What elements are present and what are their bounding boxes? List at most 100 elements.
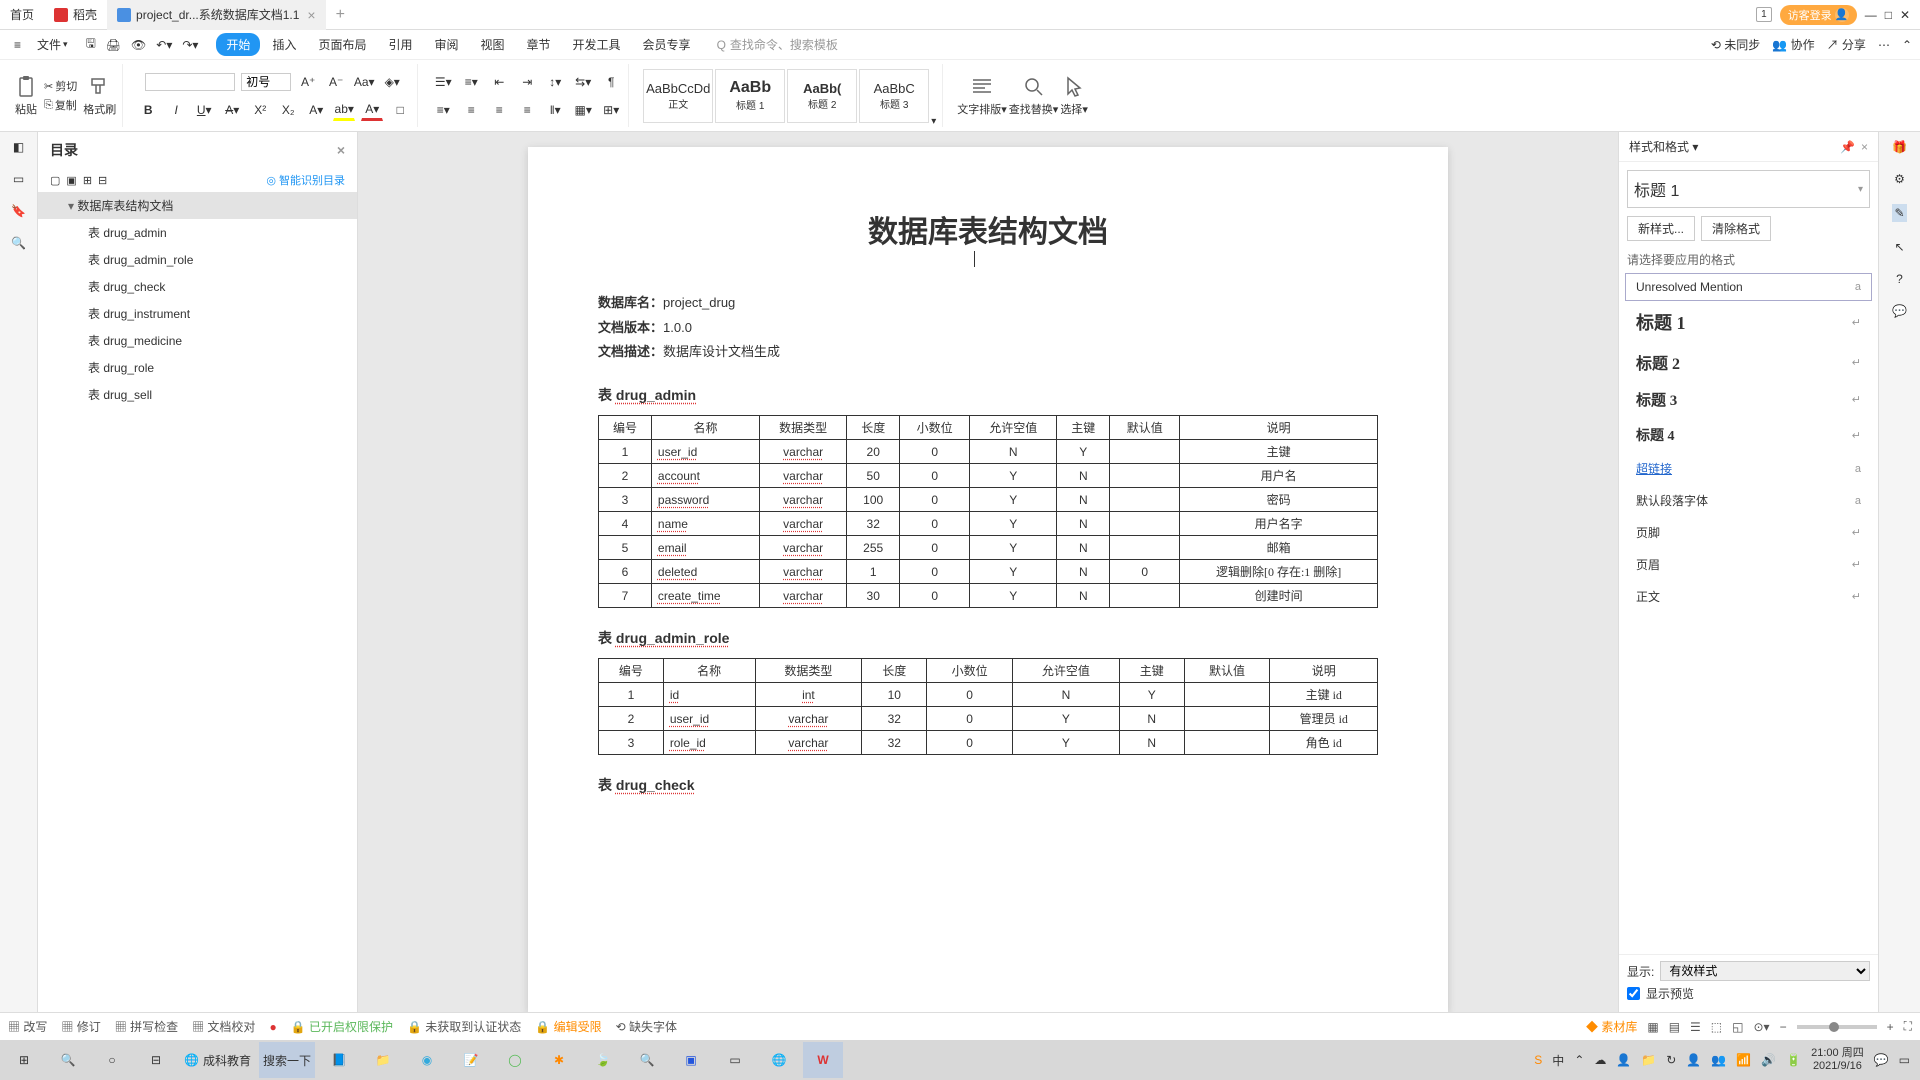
style-list-item[interactable]: 标题 4↵ bbox=[1625, 418, 1872, 452]
help-rail-icon[interactable]: ? bbox=[1896, 272, 1903, 286]
login-button[interactable]: 访客登录👤 bbox=[1780, 5, 1857, 25]
tray-volume-icon[interactable]: 🔊 bbox=[1761, 1053, 1776, 1067]
ribbon-tab-start[interactable]: 开始 bbox=[216, 33, 260, 56]
close-icon[interactable]: × bbox=[307, 7, 315, 23]
command-search[interactable]: Q 查找命令、搜索模板 bbox=[717, 36, 838, 53]
font-color-icon[interactable]: A▾ bbox=[361, 99, 383, 121]
zoom-in-icon[interactable]: + bbox=[1887, 1020, 1894, 1034]
format-brush-button[interactable]: 格式刷 bbox=[83, 75, 116, 117]
tab-home[interactable]: 首页 bbox=[0, 0, 44, 30]
align-left-icon[interactable]: ≡▾ bbox=[432, 99, 454, 121]
smart-outline-button[interactable]: ◎ 智能识别目录 bbox=[266, 172, 345, 188]
outline-collapse-icon[interactable]: ▣ bbox=[66, 174, 76, 187]
taskbar-app3[interactable]: 📝 bbox=[451, 1042, 491, 1078]
save-icon[interactable]: 🖫 bbox=[86, 34, 96, 55]
underline-icon[interactable]: U▾ bbox=[193, 99, 215, 121]
fullscreen-icon[interactable]: ⛶ bbox=[1904, 1019, 1912, 1034]
select-button[interactable]: 选择▾ bbox=[1060, 75, 1088, 117]
taskbar-app6[interactable]: 🍃 bbox=[583, 1042, 623, 1078]
tray-battery-icon[interactable]: 🔋 bbox=[1786, 1053, 1801, 1067]
select-rail-icon[interactable]: ↖ bbox=[1894, 240, 1904, 254]
style-list-item[interactable]: 正文↵ bbox=[1625, 581, 1872, 612]
style-list-item[interactable]: 页眉↵ bbox=[1625, 549, 1872, 580]
settings-icon[interactable]: ⚙ bbox=[1894, 172, 1905, 186]
one-mode-icon[interactable]: 1 bbox=[1756, 7, 1772, 22]
tray-folder-icon[interactable]: 📁 bbox=[1641, 1053, 1656, 1067]
style-show-select[interactable]: 有效样式 bbox=[1660, 961, 1870, 981]
pin-icon[interactable]: 📌 bbox=[1840, 140, 1855, 154]
collab-button[interactable]: 👥 协作 bbox=[1772, 36, 1814, 53]
outline-item[interactable]: 表 drug_admin bbox=[38, 219, 357, 246]
outline-plus-icon[interactable]: ⊞ bbox=[83, 174, 92, 187]
taskview-icon[interactable]: ⊟ bbox=[136, 1042, 176, 1078]
bold-icon[interactable]: B bbox=[137, 99, 159, 121]
clear-format-button[interactable]: 清除格式 bbox=[1701, 216, 1771, 241]
status-permission[interactable]: 🔒 已开启权限保护 bbox=[291, 1018, 393, 1035]
style-more-icon[interactable]: ▾ bbox=[931, 116, 936, 127]
taskbar-app5[interactable]: ✱ bbox=[539, 1042, 579, 1078]
taskbar-ie[interactable]: 🌐成科教育 bbox=[180, 1042, 255, 1078]
bullet-list-icon[interactable]: ☰▾ bbox=[432, 71, 454, 93]
hamburger-icon[interactable]: ≡ bbox=[8, 36, 27, 54]
material-lib[interactable]: ◆ 素材库 bbox=[1586, 1018, 1637, 1035]
tray-notif-icon[interactable]: 💬 bbox=[1874, 1053, 1889, 1067]
tray-sync-icon[interactable]: ↻ bbox=[1666, 1053, 1676, 1067]
more-icon[interactable]: ⋯ bbox=[1878, 38, 1890, 52]
tray-person-icon[interactable]: 👤 bbox=[1686, 1053, 1701, 1067]
style-list-item[interactable]: 标题 1↵ bbox=[1625, 302, 1872, 342]
style-list-item[interactable]: 页脚↵ bbox=[1625, 517, 1872, 548]
tray-people-icon[interactable]: 👥 bbox=[1711, 1053, 1726, 1067]
taskbar-clock[interactable]: 21:00 周四2021/9/16 bbox=[1811, 1047, 1864, 1073]
tray-user-icon[interactable]: 👤 bbox=[1616, 1053, 1631, 1067]
document-canvas[interactable]: 数据库表结构文档 数据库名：project_drug 文档版本：1.0.0 文档… bbox=[358, 132, 1618, 1012]
current-style-select[interactable]: 标题 1▾ bbox=[1627, 170, 1870, 208]
taskbar-chrome[interactable]: 🌐 bbox=[759, 1042, 799, 1078]
tray-action-icon[interactable]: ▭ bbox=[1899, 1053, 1910, 1067]
tray-wifi-icon[interactable]: 📶 bbox=[1736, 1053, 1751, 1067]
style-body[interactable]: AaBbCcDd正文 bbox=[643, 69, 713, 123]
chat-rail-icon[interactable]: 💬 bbox=[1892, 304, 1907, 318]
ribbon-tab-reference[interactable]: 引用 bbox=[378, 33, 422, 56]
style-list-item[interactable]: 标题 3↵ bbox=[1625, 382, 1872, 417]
taskbar-app8[interactable]: ▣ bbox=[671, 1042, 711, 1078]
redo-icon[interactable]: ↷▾ bbox=[182, 38, 198, 52]
close-window-icon[interactable]: ✕ bbox=[1900, 8, 1910, 22]
outline-item[interactable]: 表 drug_admin_role bbox=[38, 246, 357, 273]
show-marks-icon[interactable]: ¶ bbox=[600, 71, 622, 93]
number-list-icon[interactable]: ≡▾ bbox=[460, 71, 482, 93]
char-border-icon[interactable]: □ bbox=[389, 99, 411, 121]
style-rail-icon[interactable]: ✎ bbox=[1892, 204, 1906, 222]
outline-expand-icon[interactable]: ▢ bbox=[50, 174, 60, 187]
zoom-mode-icon[interactable]: ⊙▾ bbox=[1753, 1020, 1769, 1034]
tab-docker[interactable]: 稻壳 bbox=[44, 0, 107, 30]
share-button[interactable]: ↗ 分享 bbox=[1827, 36, 1866, 53]
close-panel-icon[interactable]: × bbox=[1861, 140, 1868, 154]
new-style-button[interactable]: 新样式... bbox=[1627, 216, 1695, 241]
cut-button[interactable]: ✂ 剪切 bbox=[44, 78, 77, 94]
taskbar-app2[interactable]: ◉ bbox=[407, 1042, 447, 1078]
align-right-icon[interactable]: ≡ bbox=[488, 99, 510, 121]
tray-icon[interactable]: S bbox=[1534, 1053, 1542, 1067]
outline-minus-icon[interactable]: ⊟ bbox=[98, 174, 107, 187]
outline-root[interactable]: 数据库表结构文档 bbox=[38, 192, 357, 219]
taskbar-search[interactable]: 搜索一下 bbox=[259, 1042, 315, 1078]
font-name-select[interactable] bbox=[145, 73, 235, 91]
ribbon-tab-dev[interactable]: 开发工具 bbox=[563, 33, 631, 56]
tab-document[interactable]: project_dr...系统数据库文档1.1× bbox=[107, 0, 326, 30]
gift-icon[interactable]: 🎁 bbox=[1892, 140, 1907, 154]
dec-indent-icon[interactable]: ⇤ bbox=[488, 71, 510, 93]
increase-font-icon[interactable]: A⁺ bbox=[297, 71, 319, 93]
taskbar-wps[interactable]: W bbox=[803, 1042, 843, 1078]
bookmark-rail-icon[interactable]: 🔖 bbox=[11, 204, 26, 218]
decrease-font-icon[interactable]: A⁻ bbox=[325, 71, 347, 93]
italic-icon[interactable]: I bbox=[165, 99, 187, 121]
ribbon-tab-view[interactable]: 视图 bbox=[471, 33, 515, 56]
strike-icon[interactable]: A▾ bbox=[221, 99, 243, 121]
outline-item[interactable]: 表 drug_sell bbox=[38, 381, 357, 408]
line-spacing-icon[interactable]: ‖▾ bbox=[544, 99, 566, 121]
style-list-item[interactable]: 默认段落字体a bbox=[1625, 485, 1872, 516]
ribbon-tab-section[interactable]: 章节 bbox=[517, 33, 561, 56]
taskbar-app9[interactable]: ▭ bbox=[715, 1042, 755, 1078]
style-list-item[interactable]: Unresolved Mentiona bbox=[1625, 273, 1872, 301]
view-full-icon[interactable]: ◱ bbox=[1732, 1020, 1743, 1034]
